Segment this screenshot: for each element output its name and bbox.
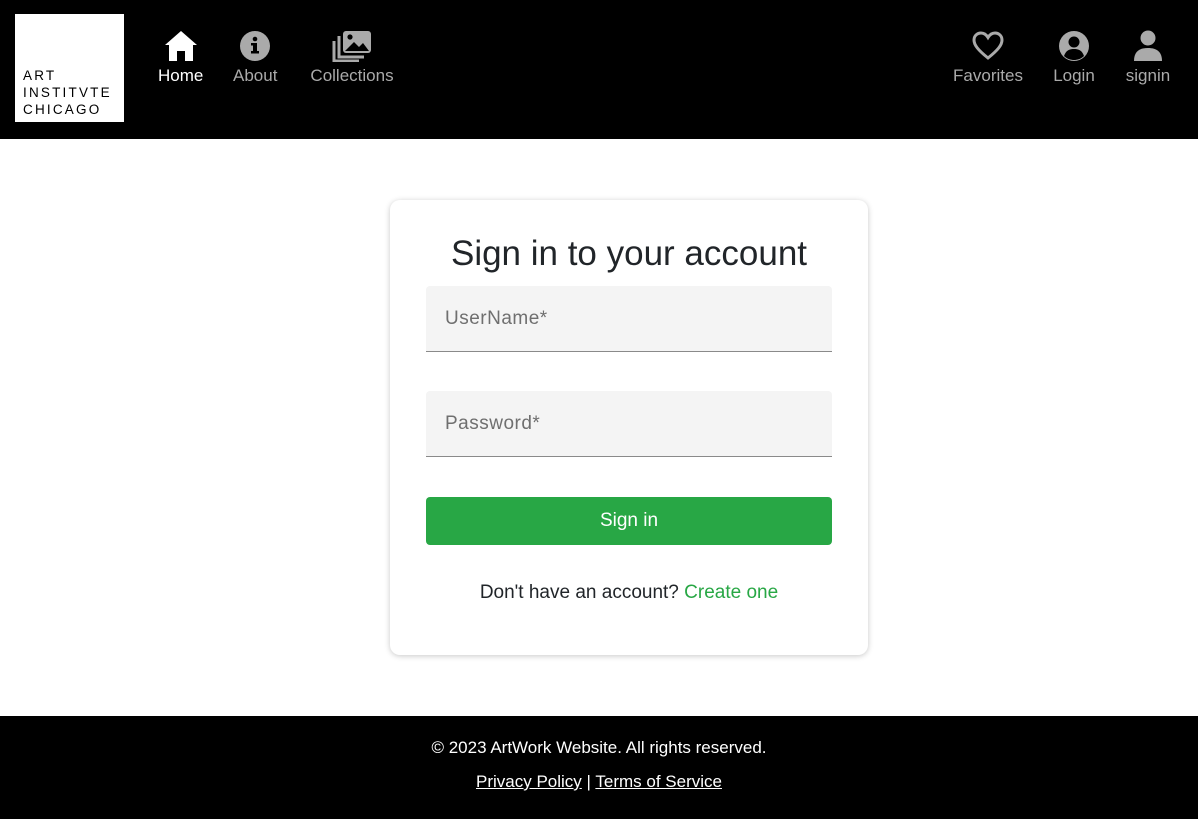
heart-icon bbox=[952, 30, 1024, 62]
logo-art-institute-chicago[interactable]: ART INSTITVTE CHICAGO bbox=[15, 14, 124, 122]
password-input[interactable] bbox=[426, 391, 832, 456]
logo-line-3: CHICAGO bbox=[23, 102, 102, 117]
top-nav-bar: ART INSTITVTE CHICAGO Home About Collect… bbox=[0, 0, 1198, 139]
footer: © 2023 ArtWork Website. All rights reser… bbox=[0, 716, 1198, 819]
password-field-wrapper bbox=[426, 391, 832, 457]
create-account-link[interactable]: Create one bbox=[684, 582, 778, 603]
user-icon bbox=[1124, 30, 1172, 62]
nav-home[interactable]: Home bbox=[158, 30, 203, 86]
nav-about[interactable]: About bbox=[233, 30, 277, 86]
user-circle-icon bbox=[1052, 30, 1096, 62]
nav-about-label: About bbox=[233, 66, 278, 85]
signin-card: Sign in to your account Sign in Don't ha… bbox=[390, 200, 868, 655]
nav-signin[interactable]: signin bbox=[1124, 30, 1172, 86]
footer-separator: | bbox=[586, 772, 591, 791]
nav-collections[interactable]: Collections bbox=[308, 30, 396, 86]
page-title: Sign in to your account bbox=[450, 234, 808, 273]
username-input[interactable] bbox=[426, 286, 832, 351]
home-icon bbox=[163, 30, 199, 62]
username-field-wrapper bbox=[426, 286, 832, 352]
nav-home-label: Home bbox=[158, 66, 204, 85]
nav-favorites[interactable]: Favorites bbox=[952, 30, 1024, 86]
images-icon bbox=[308, 30, 396, 62]
nav-collections-label: Collections bbox=[310, 66, 394, 85]
info-icon bbox=[237, 30, 273, 62]
nav-favorites-label: Favorites bbox=[953, 66, 1023, 85]
signin-button[interactable]: Sign in bbox=[426, 497, 832, 545]
nav-login-label: Login bbox=[1053, 66, 1095, 85]
terms-of-service-link[interactable]: Terms of Service bbox=[595, 772, 722, 791]
privacy-policy-link[interactable]: Privacy Policy bbox=[476, 772, 582, 791]
signup-prompt-row: Don't have an account? Create one bbox=[390, 582, 868, 604]
footer-links: Privacy Policy | Terms of Service bbox=[0, 772, 1198, 792]
copyright-text: © 2023 ArtWork Website. All rights reser… bbox=[431, 738, 767, 757]
logo-line-2: INSTITVTE bbox=[23, 85, 112, 100]
logo-line-1: ART bbox=[23, 68, 57, 83]
nav-login[interactable]: Login bbox=[1052, 30, 1096, 86]
signup-prompt-text: Don't have an account? bbox=[479, 582, 679, 603]
nav-signin-label: signin bbox=[1125, 66, 1171, 85]
